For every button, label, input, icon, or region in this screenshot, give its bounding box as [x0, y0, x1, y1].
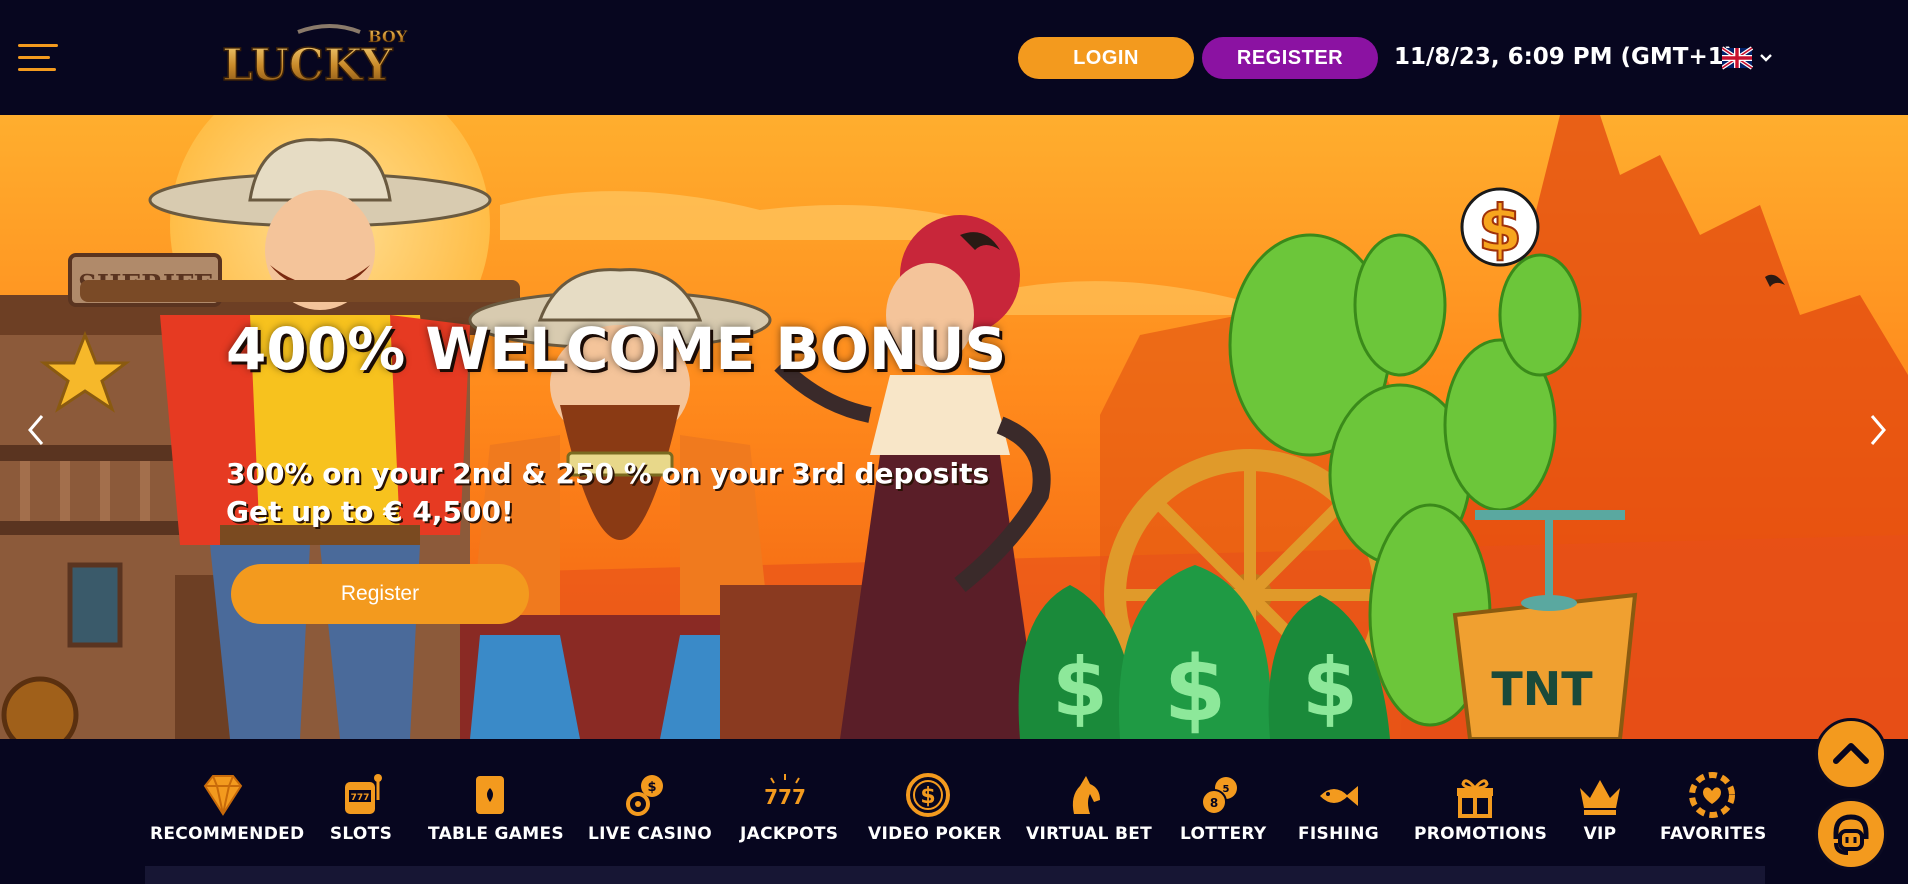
fish-icon — [1320, 786, 1358, 806]
category-virtual-bet[interactable]: VIRTUAL BET — [1026, 772, 1153, 850]
current-datetime: 11/8/23, 6:09 PM (GMT+1) — [1394, 44, 1735, 70]
banner-title: 400% WELCOME BONUS — [226, 315, 1007, 383]
banner-artwork: SHERIFF — [0, 115, 1908, 739]
chevron-down-icon — [1760, 54, 1772, 62]
banner-subtitle-line2: Get up to € 4,500! — [226, 495, 514, 528]
category-lottery[interactable]: 8 5 LOTTERY — [1180, 772, 1267, 850]
svg-text:$: $ — [1052, 641, 1108, 734]
svg-text:5: 5 — [1223, 784, 1230, 795]
category-jackpots[interactable]: 777 JACKPOTS — [740, 772, 839, 850]
svg-text:$: $ — [920, 784, 935, 809]
playing-cards-icon — [476, 776, 504, 814]
register-button[interactable]: REGISTER — [1202, 37, 1378, 79]
slot-machine-icon: 777 — [345, 774, 382, 814]
language-selector[interactable] — [1720, 46, 1778, 70]
category-slots[interactable]: 777 SLOTS — [326, 772, 396, 850]
category-table-games[interactable]: TABLE GAMES — [428, 772, 564, 850]
logo-text: LUCKY — [222, 40, 393, 91]
login-button[interactable]: LOGIN — [1018, 37, 1194, 79]
svg-text:$: $ — [1164, 637, 1227, 739]
diamond-icon — [203, 775, 243, 816]
logo-badge: BOY — [368, 27, 408, 46]
uk-flag-icon — [1720, 46, 1772, 70]
svg-text:777: 777 — [351, 793, 370, 803]
chevron-left-icon[interactable] — [22, 410, 52, 450]
site-header: LUCKY BOY LOGIN REGISTER 11/8/23, 6:09 P… — [0, 0, 1908, 115]
category-fishing[interactable]: FISHING — [1298, 772, 1380, 850]
svg-text:8: 8 — [1210, 796, 1218, 810]
hero-banner[interactable]: SHERIFF — [0, 115, 1908, 739]
category-promotions[interactable]: PROMOTIONS — [1414, 772, 1548, 850]
category-label: PROMOTIONS — [1414, 824, 1548, 844]
category-label: VIRTUAL BET — [1026, 824, 1153, 844]
chevron-up-icon — [1833, 743, 1869, 764]
live-casino-icon: $ — [626, 775, 663, 816]
category-label: TABLE GAMES — [428, 824, 564, 844]
category-recommended[interactable]: RECOMMENDED — [150, 772, 305, 850]
tnt-crate-text: TNT — [1491, 662, 1593, 716]
crown-icon — [1580, 780, 1620, 815]
category-label: LIVE CASINO — [588, 824, 713, 844]
category-label: JACKPOTS — [740, 824, 839, 844]
svg-text:777: 777 — [764, 785, 806, 809]
category-video-poker[interactable]: $ VIDEO POKER — [868, 772, 1002, 850]
scroll-to-top-button[interactable] — [1815, 718, 1887, 790]
category-label: RECOMMENDED — [150, 824, 305, 844]
category-label: VIP — [1583, 824, 1617, 844]
category-vip[interactable]: VIP — [1566, 772, 1634, 850]
support-chat-button[interactable] — [1815, 798, 1887, 870]
svg-text:$: $ — [647, 780, 656, 795]
jackpot-777-icon: 777 — [764, 774, 806, 809]
site-logo[interactable]: LUCKY BOY — [220, 22, 420, 92]
category-label: SLOTS — [329, 824, 393, 844]
headset-support-icon — [1833, 814, 1869, 855]
category-label: VIDEO POKER — [868, 824, 1002, 844]
chevron-right-icon[interactable] — [1862, 410, 1892, 450]
horse-icon — [1072, 776, 1100, 814]
lottery-balls-icon: 8 5 — [1201, 777, 1237, 815]
hamburger-menu-icon[interactable] — [18, 42, 60, 76]
svg-text:$: $ — [1302, 641, 1358, 734]
dollar-coin-icon: $ — [906, 773, 950, 817]
banner-register-button[interactable]: Register — [231, 564, 529, 624]
category-label: FAVORITES — [1660, 824, 1767, 844]
category-live-casino[interactable]: $ LIVE CASINO — [588, 772, 713, 850]
svg-text:$: $ — [1478, 193, 1523, 267]
category-favorites[interactable]: FAVORITES — [1660, 772, 1767, 850]
banner-subtitle: 300% on your 2nd & 250 % on your 3rd dep… — [226, 455, 989, 531]
category-label: LOTTERY — [1180, 824, 1267, 844]
content-strip — [145, 866, 1765, 884]
gift-icon — [1457, 779, 1493, 818]
category-label: FISHING — [1298, 824, 1380, 844]
banner-subtitle-line1: 300% on your 2nd & 250 % on your 3rd dep… — [226, 457, 990, 490]
favorite-chip-icon — [1689, 772, 1735, 818]
